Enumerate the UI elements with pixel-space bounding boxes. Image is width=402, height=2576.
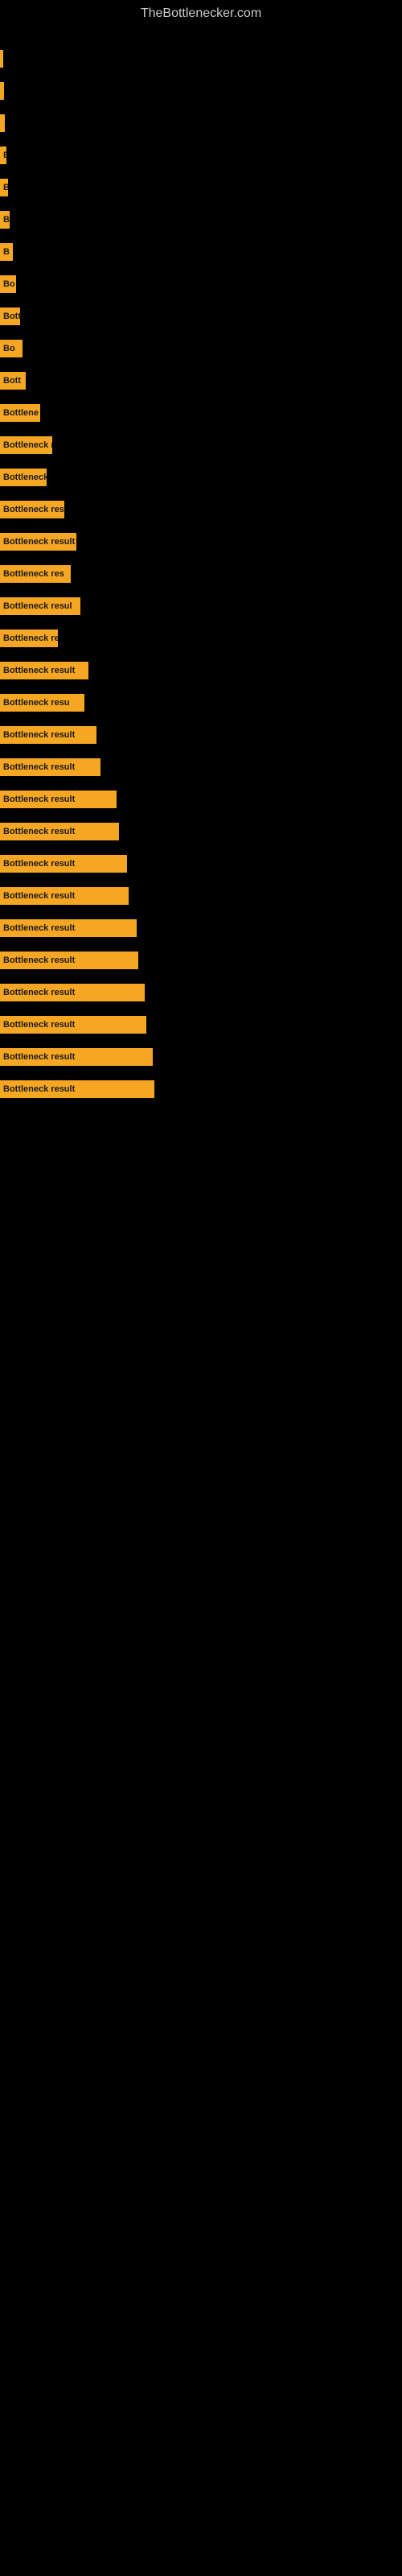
bar-label: B <box>3 151 6 160</box>
bar-row: B <box>0 140 402 171</box>
bar-row: Bottleneck result <box>0 784 402 815</box>
bar: Bottleneck result <box>0 758 100 776</box>
bar-label: Bottleneck <box>3 473 47 482</box>
bar-row <box>0 108 402 138</box>
bar: Bo <box>0 275 16 293</box>
bar-label: Bottleneck result <box>3 891 75 901</box>
bar-label: Bottleneck result <box>3 762 75 772</box>
bar: B <box>0 147 6 164</box>
bar-label: Bottleneck result <box>3 666 75 675</box>
bar: Bottleneck res <box>0 501 64 518</box>
bar: Bottleneck result <box>0 887 129 905</box>
bar-label: Bottleneck result <box>3 1084 75 1094</box>
bar-row: B <box>0 172 402 203</box>
bar: Bottleneck result <box>0 1048 153 1066</box>
bar-label: Bo <box>3 279 15 289</box>
bar-row: B <box>0 237 402 267</box>
bar-row: Bottleneck <box>0 462 402 493</box>
bar-row: Bo <box>0 269 402 299</box>
bar-label: Bottleneck result <box>3 859 75 869</box>
bar-row: Bottlene <box>0 398 402 428</box>
bar-row: Bottleneck result <box>0 945 402 976</box>
bar: Bottleneck result <box>0 855 127 873</box>
bar: Bottleneck <box>0 469 47 486</box>
bar: Bott <box>0 308 20 325</box>
bar: Bottleneck resu <box>0 694 84 712</box>
bar-label: Bottlene <box>3 408 39 418</box>
site-title: TheBottlenecker.com <box>0 0 402 27</box>
bar-row: Bottleneck re <box>0 430 402 460</box>
bar-row: Bottleneck result <box>0 1009 402 1040</box>
bar: Bottleneck result <box>0 726 96 744</box>
bar-row: Bottleneck result <box>0 752 402 782</box>
bar: B <box>0 211 10 229</box>
bar-label: B <box>3 183 8 192</box>
bar <box>0 82 4 100</box>
bar-row <box>0 43 402 74</box>
bar-label: Bo <box>3 344 15 353</box>
bar-label: Bottleneck resul <box>3 601 72 611</box>
bar: Bottleneck result <box>0 952 138 969</box>
bar-label: Bottleneck result <box>3 795 75 804</box>
bar-row: Bottleneck result <box>0 1074 402 1104</box>
bar-row: B <box>0 204 402 235</box>
bar: Bottleneck result <box>0 1080 154 1098</box>
bar-row: Bottleneck result <box>0 720 402 750</box>
bar-row: Bottleneck resu <box>0 687 402 718</box>
bar-row: Bottleneck result <box>0 655 402 686</box>
bar-row: Bo <box>0 333 402 364</box>
bar-row: Bott <box>0 365 402 396</box>
bar: Bottleneck result <box>0 791 117 808</box>
bar-label: Bottleneck result <box>3 730 75 740</box>
bar-label: Bottleneck result <box>3 827 75 836</box>
bar: Bottleneck result <box>0 1016 146 1034</box>
bar: B <box>0 179 8 196</box>
bar-label: Bott <box>3 376 21 386</box>
bar <box>0 50 3 68</box>
bar <box>0 114 5 132</box>
bar: Bo <box>0 340 23 357</box>
bar-label: Bott <box>3 312 20 321</box>
bar-row: Bottleneck result <box>0 816 402 847</box>
bar-label: Bottleneck result <box>3 956 75 965</box>
bar-row: Bottleneck result <box>0 526 402 557</box>
bar-row: Bottleneck result <box>0 977 402 1008</box>
bar: B <box>0 243 13 261</box>
bar: Bottleneck result <box>0 533 76 551</box>
bar-label: Bottleneck res <box>3 505 64 514</box>
bar-row: Bottleneck resul <box>0 591 402 621</box>
bar-label: Bottleneck resu <box>3 698 70 708</box>
bar-label: B <box>3 215 10 225</box>
bar: Bottleneck result <box>0 984 145 1001</box>
bar: Bottleneck result <box>0 919 137 937</box>
bar: Bottleneck result <box>0 823 119 840</box>
bar: Bottleneck resul <box>0 597 80 615</box>
bar-row: Bott <box>0 301 402 332</box>
bar: Bottleneck res <box>0 565 71 583</box>
bar: Bott <box>0 372 26 390</box>
bar-label: Bottleneck result <box>3 988 75 997</box>
bar-row: Bottleneck res <box>0 559 402 589</box>
bar-row: Bottleneck result <box>0 881 402 911</box>
bar-label: Bottleneck result <box>3 1052 75 1062</box>
bar-row: Bottleneck res <box>0 494 402 525</box>
bar-label: Bottleneck result <box>3 1020 75 1030</box>
bar: Bottleneck result <box>0 662 88 679</box>
bar-row: Bottleneck result <box>0 1042 402 1072</box>
bar-label: Bottleneck result <box>3 923 75 933</box>
bar-row: Bottleneck result <box>0 848 402 879</box>
bar-label: B <box>3 247 10 257</box>
bar: Bottlene <box>0 404 40 422</box>
bar-row <box>0 76 402 106</box>
bar: Bottleneck re <box>0 436 52 454</box>
bar-row: Bottleneck re <box>0 623 402 654</box>
bar: Bottleneck re <box>0 630 58 647</box>
bar-label: Bottleneck result <box>3 537 75 547</box>
bars-container: B B B B Bo Bott Bo Bott Bottlene Bottleneck re Bot… <box>0 27 402 1106</box>
bar-label: Bottleneck re <box>3 634 58 643</box>
bar-label: Bottleneck res <box>3 569 64 579</box>
bar-row: Bottleneck result <box>0 913 402 943</box>
bar-label: Bottleneck re <box>3 440 52 450</box>
